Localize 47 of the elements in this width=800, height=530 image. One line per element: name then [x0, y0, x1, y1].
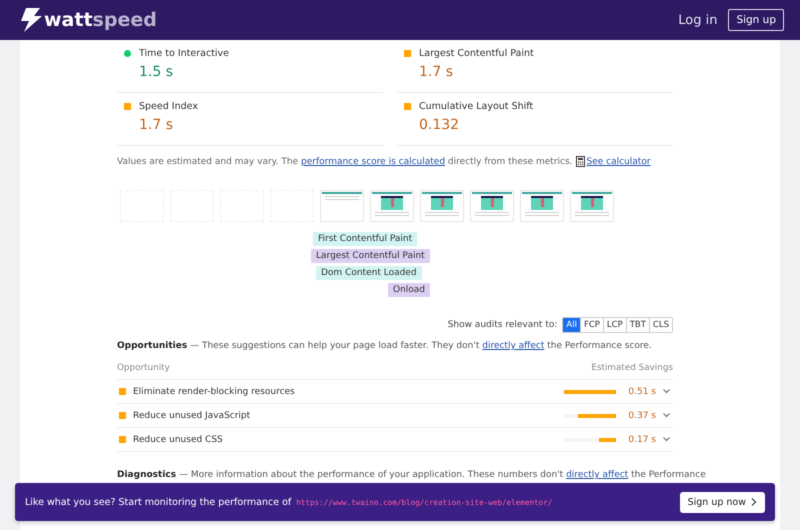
chevron-right-icon	[751, 498, 757, 506]
warning-square-icon	[119, 388, 126, 395]
score-link[interactable]: performance score is calculated	[301, 156, 446, 166]
filter-tab[interactable]: TBT	[626, 318, 649, 332]
lightning-bolt-icon	[20, 8, 42, 32]
signup-button[interactable]: Sign up	[728, 9, 784, 31]
savings-value: 0.37 s	[627, 410, 656, 420]
chevron-down-icon[interactable]	[663, 437, 670, 442]
logo-text[interactable]: watt	[44, 9, 93, 31]
metric-label: Speed Index	[139, 101, 198, 112]
signup-now-button[interactable]: Sign up now	[680, 492, 765, 512]
chevron-down-icon[interactable]	[663, 413, 670, 418]
timeline-marker-label: First Contentful Paint	[313, 232, 418, 246]
column-header: Opportunity	[117, 363, 170, 373]
filter-tab[interactable]: CLS	[648, 318, 672, 332]
calculator-icon	[576, 156, 585, 167]
opportunity-title[interactable]: Reduce unused CSS	[133, 434, 564, 444]
metric-label: Time to Interactive	[139, 48, 229, 59]
timeline-marker-label: Largest Contentful Paint	[311, 249, 430, 263]
banner-text: Like what you see? Start monitoring the performance of	[25, 496, 292, 508]
filter-label: Show audits relevant to:	[448, 320, 558, 330]
filter-tab[interactable]: All	[563, 318, 580, 332]
metric-label: Cumulative Layout Shift	[419, 101, 534, 112]
timeline-marker-label: Dom Content Loaded	[316, 266, 422, 280]
logo-text[interactable]: speed	[92, 9, 157, 31]
metric-label: Largest Contentful Paint	[419, 48, 534, 59]
metric-value: 1.7 s	[139, 117, 174, 133]
timeline-marker-label: Onload	[388, 283, 430, 297]
metric-value: 1.7 s	[419, 64, 454, 80]
filter-tab[interactable]: FCP	[580, 318, 603, 332]
login-link[interactable]: Log in	[678, 12, 718, 28]
column-header: Estimated Savings	[591, 363, 673, 373]
warning-square-icon	[119, 436, 126, 443]
metric-value: 1.5 s	[139, 64, 174, 80]
metric-value: 0.132	[419, 117, 460, 133]
savings-value: 0.51 s	[627, 386, 656, 396]
directly-affect-link[interactable]: directly affect	[566, 470, 628, 480]
warning-square-icon	[119, 412, 126, 419]
note-text: Values are estimated and may vary. The performance score is calculated directly from these metrics.	[117, 156, 573, 166]
calculator-link[interactable]: See calculator	[586, 156, 651, 166]
chevron-down-icon[interactable]	[663, 389, 670, 394]
opportunities-description: Opportunities — These suggestions can help your page load faster. They don't directly affect the Performance score.	[117, 341, 653, 351]
diagnostics-description: Diagnostics — More information about the performance of your application. These numbers don't directly affect the Performance	[117, 470, 706, 480]
directly-affect-link[interactable]: directly affect	[482, 341, 544, 351]
opportunity-title[interactable]: Eliminate render-blocking resources	[133, 386, 564, 396]
opportunity-title[interactable]: Reduce unused JavaScript	[133, 410, 564, 420]
savings-value: 0.17 s	[627, 434, 656, 444]
